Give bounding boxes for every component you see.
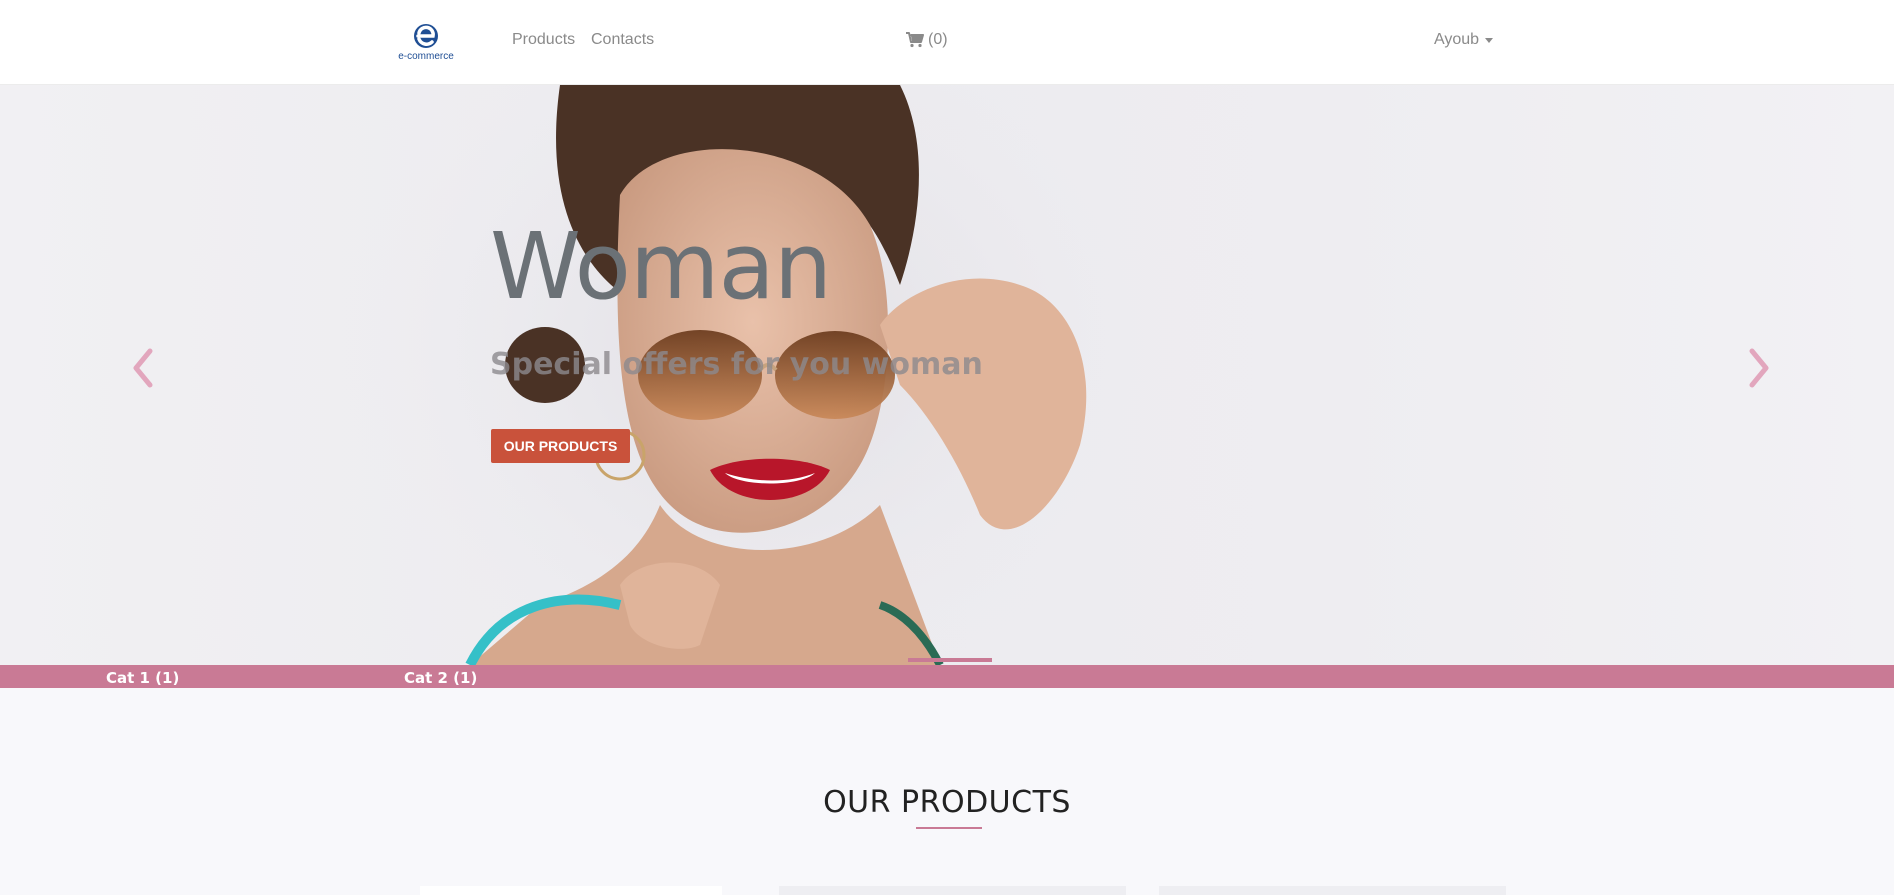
cart-count: (0)	[928, 31, 948, 48]
user-menu[interactable]: Ayoub	[1434, 31, 1494, 49]
top-navbar: e-commerce Products Contacts (0) Ayoub	[0, 0, 1894, 85]
brand-logo[interactable]: e-commerce	[396, 22, 456, 62]
chevron-left-icon	[133, 348, 153, 388]
hero-carousel: Woman Special offers for you woman OUR P…	[0, 85, 1894, 665]
chevron-right-icon	[1749, 348, 1769, 388]
user-name: Ayoub	[1434, 31, 1480, 48]
category-bar: Cat 1 (1) Cat 2 (1)	[0, 665, 1894, 688]
logo-e-icon	[414, 24, 438, 48]
product-card[interactable]	[779, 886, 1126, 895]
section-title: OUR PRODUCTS	[823, 785, 1071, 820]
product-card[interactable]	[1159, 886, 1506, 895]
product-card[interactable]	[420, 886, 722, 895]
caret-down-icon	[1485, 37, 1494, 43]
hero-title: Woman	[490, 213, 832, 320]
nav-products-link[interactable]: Products	[512, 31, 575, 49]
shopping-cart-icon	[906, 32, 924, 48]
hero-subtitle: Special offers for you woman	[490, 347, 983, 382]
nav-contacts-link[interactable]: Contacts	[591, 31, 654, 49]
logo-text: e-commerce	[398, 51, 454, 62]
carousel-indicator[interactable]	[908, 658, 992, 662]
carousel-next-button[interactable]	[1744, 343, 1774, 393]
cart-link[interactable]: (0)	[906, 31, 948, 49]
carousel-prev-button[interactable]	[128, 343, 158, 393]
category-link-1[interactable]: Cat 1 (1)	[106, 669, 179, 687]
section-title-underline	[916, 827, 982, 829]
category-link-2[interactable]: Cat 2 (1)	[404, 669, 477, 687]
our-products-button[interactable]: OUR PRODUCTS	[491, 429, 630, 463]
